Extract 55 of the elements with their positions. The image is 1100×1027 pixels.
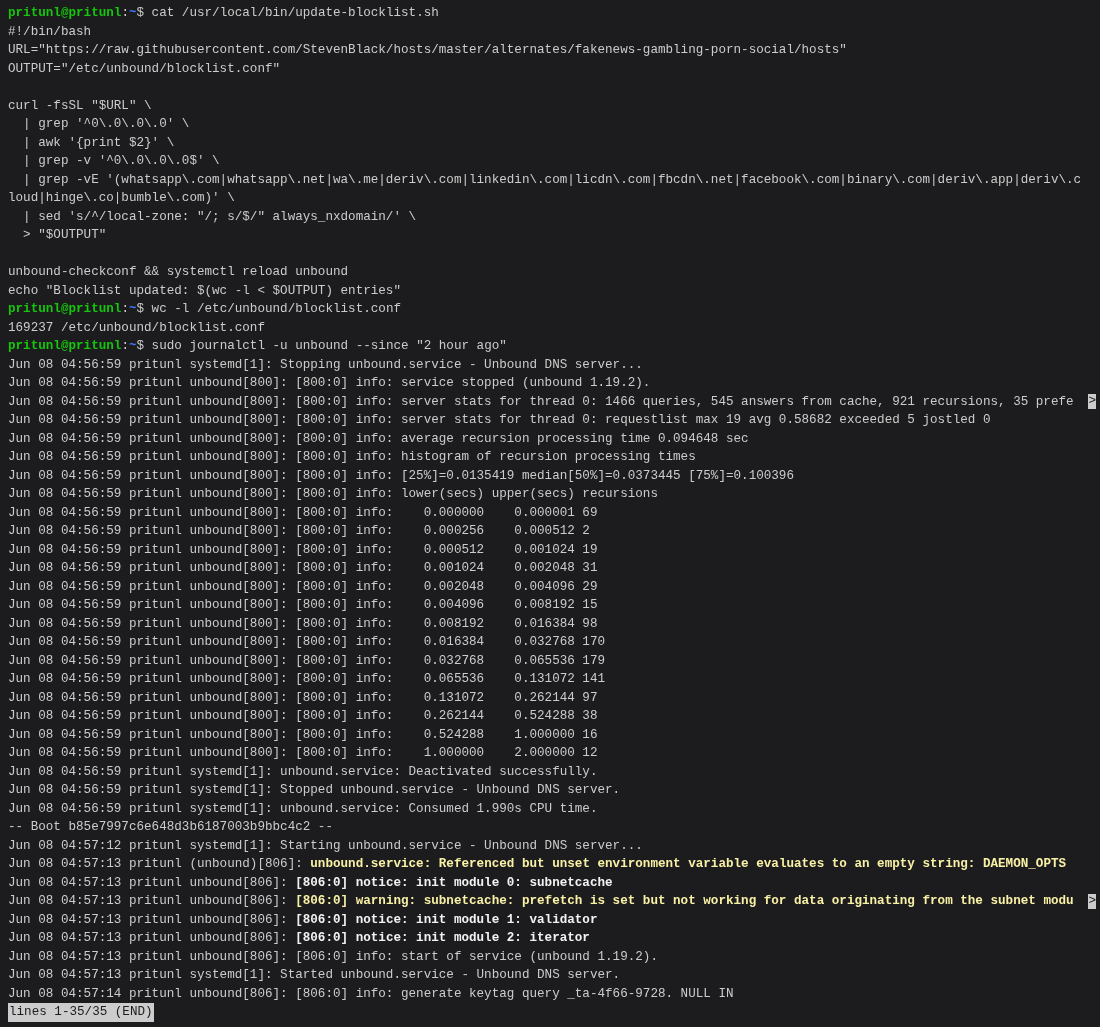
output-line: Jun 08 04:57:13 pritunl (unbound)[806]: unbound.service: Referenced but unset environment variable evaluates to an empty string: DAEMON_OPTS: [8, 856, 1067, 873]
output-line: Jun 08 04:56:59 pritunl unbound[800]: [800:0] info: 1.000000 2.000000 12: [8, 745, 598, 762]
command-line: pritunl@pritunl:~$ cat /usr/local/bin/update-blocklist.sh: [8, 5, 439, 22]
output-line: Jun 08 04:56:59 pritunl systemd[1]: Stopping unbound.service - Unbound DNS server...: [8, 356, 643, 374]
output-line: OUTPUT="/etc/unbound/blocklist.conf": [8, 60, 281, 78]
output-line: Jun 08 04:57:13 pritunl unbound[806]: [806:0] notice: init module 0: subnetcache: [8, 874, 613, 892]
output-line: Jun 08 04:56:59 pritunl unbound[800]: [800:0] info: histogram of recursion processing times: [8, 449, 696, 466]
output-line: unbound-checkconf && systemctl reload unbound: [8, 264, 349, 281]
output-line: | grep '^0\.0\.0\.0' \: [22, 116, 190, 133]
truncation-marker: >: [1088, 394, 1096, 410]
output-line: Jun 08 04:56:59 pritunl unbound[800]: [800:0] info: service stopped (unbound 1.19.2).: [8, 375, 651, 392]
output-line: Jun 08 04:57:13 pritunl unbound[806]: [806:0] notice: init module 2: iterator: [8, 930, 590, 947]
output-line: Jun 08 04:57:14 pritunl unbound[806]: [806:0] info: generate keytag query _ta-4f66-9728. NULL IN: [8, 985, 734, 1003]
output-line: Jun 08 04:57:13 pritunl unbound[806]: [806:0] info: start of service (unbound 1.19.2).: [8, 948, 658, 966]
output-line: > "$OUTPUT": [22, 227, 107, 244]
output-line: Jun 08 04:56:59 pritunl unbound[800]: [800:0] info: 0.016384 0.032768 170: [8, 634, 606, 651]
output-line: Jun 08 04:56:59 pritunl unbound[800]: [800:0] info: [25%]=0.0135419 median[50%]=0.0373445 [75%]=0.100396: [8, 467, 794, 485]
output-line: Jun 08 04:56:59 pritunl unbound[800]: [800:0] info: 0.262144 0.524288 38: [8, 708, 598, 725]
output-line: Jun 08 04:57:12 pritunl systemd[1]: Starting unbound.service - Unbound DNS server...: [8, 837, 643, 855]
output-line: echo "Blocklist updated: $(wc -l < $OUTPUT) entries": [8, 282, 401, 300]
output-line: Jun 08 04:56:59 pritunl unbound[800]: [800:0] info: 0.001024 0.002048 31: [8, 560, 598, 577]
output-line: 169237 /etc/unbound/blocklist.conf: [8, 319, 265, 337]
output-line: Jun 08 04:57:13 pritunl unbound[806]: [806:0] notice: init module 1: validator: [8, 911, 598, 929]
pager-status: lines 1-35/35 (END): [8, 1003, 154, 1022]
output-line: Jun 08 04:56:59 pritunl unbound[800]: [800:0] info: 0.524288 1.000000 16: [8, 726, 598, 744]
output-line: Jun 08 04:57:13 pritunl systemd[1]: Started unbound.service - Unbound DNS server.: [8, 967, 621, 984]
output-line: Jun 08 04:56:59 pritunl unbound[800]: [800:0] info: server stats for thread 0: requestlist max 19 avg 0.58682 exceeded 5 jostled 0: [8, 412, 991, 429]
output-line: Jun 08 04:56:59 pritunl unbound[800]: [800:0] info: 0.000000 0.000001 69: [8, 504, 598, 522]
output-line: Jun 08 04:56:59 pritunl systemd[1]: unbound.service: Deactivated successfully.: [8, 763, 598, 781]
output-line: Jun 08 04:56:59 pritunl unbound[800]: [800:0] info: 0.004096 0.008192 15: [8, 597, 598, 614]
output-line: | sed 's/^/local-zone: "/; s/$/" always_nxdomain/' \: [22, 208, 417, 226]
output-line: Jun 08 04:57:13 pritunl unbound[806]: [806:0] warning: subnetcache: prefetch is set but not working for data originating from the subnet modu: [8, 893, 1074, 910]
output-line: Jun 08 04:56:59 pritunl unbound[800]: [800:0] info: server stats for thread 0: 1466 queries, 545 answers from cache, 921 recursions, 35 prefe: [8, 393, 1074, 411]
output-line: Jun 08 04:56:59 pritunl systemd[1]: Stopped unbound.service - Unbound DNS server.: [8, 782, 621, 799]
output-line: Jun 08 04:56:59 pritunl unbound[800]: [800:0] info: 0.000256 0.000512 2: [8, 523, 590, 540]
output-line: Jun 08 04:56:59 pritunl unbound[800]: [800:0] info: 0.065536 0.131072 141: [8, 671, 606, 688]
output-line: Jun 08 04:56:59 pritunl unbound[800]: [800:0] info: average recursion processing time 0.094648 sec: [8, 430, 749, 448]
output-line: Jun 08 04:56:59 pritunl unbound[800]: [800:0] info: lower(secs) upper(secs) recursions: [8, 486, 658, 503]
output-line: | awk '{print $2}' \: [22, 134, 175, 152]
output-line: #!/bin/bash: [8, 23, 92, 41]
output-line: | grep -vE '(whatsapp\.com|whatsapp\.net|wa\.me|deriv\.com|linkedin\.com|licdn\.com|fbcdn\.net|facebook\.com|binary\.com|deriv\.app|deriv\.c: [22, 171, 1082, 189]
output-line: -- Boot b85e7997c6e648d3b6187003b9bbc4c2 --: [8, 819, 333, 836]
output-line: Jun 08 04:56:59 pritunl unbound[800]: [800:0] info: 0.008192 0.016384 98: [8, 615, 598, 633]
output-line: URL="https://raw.githubusercontent.com/StevenBlack/hosts/master/alternates/fakenews-gambling-porn-social/hosts": [8, 42, 847, 59]
output-line: loud|hinge\.co|bumble\.com)' \: [8, 190, 235, 207]
output-line: Jun 08 04:56:59 pritunl unbound[800]: [800:0] info: 0.000512 0.001024 19: [8, 541, 598, 559]
output-line: Jun 08 04:56:59 pritunl unbound[800]: [800:0] info: 0.002048 0.004096 29: [8, 578, 598, 596]
output-line: Jun 08 04:56:59 pritunl systemd[1]: unbound.service: Consumed 1.990s CPU time.: [8, 800, 598, 818]
output-line: Jun 08 04:56:59 pritunl unbound[800]: [800:0] info: 0.131072 0.262144 97: [8, 689, 598, 707]
output-line: curl -fsSL "$URL" \: [8, 97, 152, 115]
command-line: pritunl@pritunl:~$ sudo journalctl -u unbound --since "2 hour ago": [8, 338, 507, 355]
command-line: pritunl@pritunl:~$ wc -l /etc/unbound/blocklist.conf: [8, 301, 401, 318]
output-line: Jun 08 04:56:59 pritunl unbound[800]: [800:0] info: 0.032768 0.065536 179: [8, 652, 606, 670]
output-line: | grep -v '^0\.0\.0\.0$' \: [22, 153, 220, 170]
truncation-marker: >: [1088, 893, 1096, 909]
